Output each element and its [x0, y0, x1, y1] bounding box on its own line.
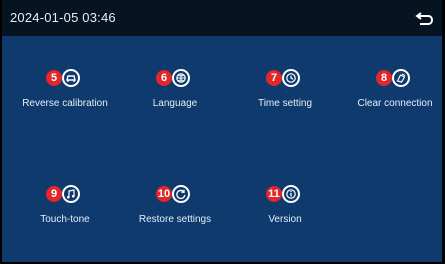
- clear-icon: [392, 69, 410, 87]
- item-label: Reverse calibration: [22, 98, 108, 109]
- item-label: Version: [268, 214, 302, 225]
- icon-group: 5: [46, 68, 84, 92]
- item-label: Language: [152, 98, 198, 109]
- icon-group: 6: [156, 68, 194, 92]
- menu-item-version[interactable]: 11 Version: [230, 184, 340, 244]
- top-bar: 2024-01-05 03:46: [2, 0, 442, 36]
- number-badge: 7: [266, 70, 282, 86]
- icon-group: 11: [266, 184, 304, 208]
- menu-item-reverse-calibration[interactable]: 5 Reverse calibration: [10, 68, 120, 128]
- icon-group: 8: [376, 68, 414, 92]
- menu-item-language[interactable]: 6 Language: [120, 68, 230, 128]
- menu-item-touch-tone[interactable]: 9 Touch-tone: [10, 184, 120, 244]
- car-icon: [62, 69, 80, 87]
- number-badge: 9: [46, 186, 62, 202]
- item-label: Clear connection: [357, 98, 433, 109]
- item-label: Time setting: [257, 98, 313, 109]
- number-badge: 11: [266, 186, 282, 202]
- menu-item-time-setting[interactable]: 7 Time setting: [230, 68, 340, 128]
- item-label: Restore settings: [138, 214, 212, 225]
- menu-item-clear-connection[interactable]: 8 Clear connection: [340, 68, 445, 128]
- settings-screen: 2024-01-05 03:46 5 Reverse calibration 6: [0, 0, 445, 264]
- number-badge: 10: [156, 186, 172, 202]
- back-button[interactable]: [413, 8, 435, 28]
- back-icon: [415, 12, 434, 25]
- icon-group: 10: [156, 184, 194, 208]
- info-icon: [282, 185, 300, 203]
- number-badge: 8: [376, 70, 392, 86]
- clock-icon: [282, 69, 300, 87]
- item-label: Touch-tone: [40, 214, 90, 225]
- refresh-icon: [172, 185, 190, 203]
- menu-item-restore-settings[interactable]: 10 Restore settings: [120, 184, 230, 244]
- icon-group: 7: [266, 68, 304, 92]
- number-badge: 6: [156, 70, 172, 86]
- globe-icon: [172, 69, 190, 87]
- music-note-icon: [62, 185, 80, 203]
- icon-group: 9: [46, 184, 84, 208]
- datetime: 2024-01-05 03:46: [10, 10, 116, 25]
- number-badge: 5: [46, 70, 62, 86]
